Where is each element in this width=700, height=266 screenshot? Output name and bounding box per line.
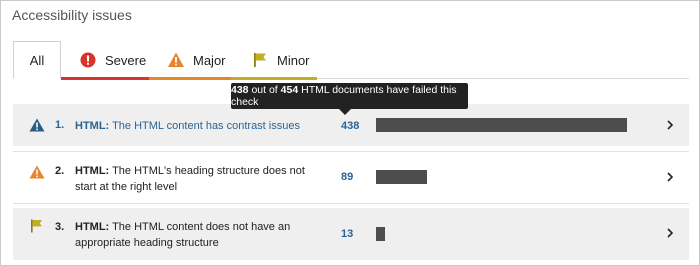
accessibility-issues-panel: Accessibility issues All Severe Major Mi…	[0, 0, 700, 266]
tab-minor-underline	[231, 77, 317, 80]
tooltip-text: 438 out of 454 HTML documents have faile…	[231, 84, 457, 108]
issue-row[interactable]: 1. HTML: The HTML content has contrast i…	[13, 104, 689, 146]
issue-bar[interactable]	[376, 118, 627, 132]
issue-category: HTML:	[75, 120, 110, 132]
warning-triangle-icon	[29, 118, 45, 132]
issue-index: 1.	[55, 119, 65, 131]
tooltip-arrow	[339, 109, 351, 115]
issue-text: The HTML's heading structure does not st…	[75, 165, 305, 193]
issue-index: 2.	[55, 165, 65, 177]
severity-tabs: All Severe Major Minor	[13, 41, 689, 80]
tab-severe-label: Severe	[105, 52, 147, 68]
tooltip-total-count: 454	[280, 84, 299, 96]
issue-description[interactable]: HTML: The HTML content has contrast issu…	[75, 118, 335, 134]
panel-title: Accessibility issues	[12, 7, 132, 23]
issue-row[interactable]: 2. HTML: The HTML's heading structure do…	[13, 151, 689, 204]
issue-bar[interactable]	[376, 227, 385, 241]
flag-icon	[29, 219, 45, 233]
tab-major-label: Major	[193, 52, 226, 68]
count-tooltip: 438 out of 454 HTML documents have faile…	[231, 83, 468, 115]
tab-minor[interactable]: Minor	[231, 41, 317, 80]
tab-minor-label: Minor	[277, 52, 310, 68]
warning-triangle-icon	[29, 165, 45, 179]
tooltip-failed-count: 438	[231, 84, 249, 96]
chevron-right-icon[interactable]	[665, 120, 675, 130]
issue-description[interactable]: HTML: The HTML's heading structure does …	[75, 163, 305, 195]
tab-all-label: All	[29, 52, 45, 68]
tab-severe[interactable]: Severe	[61, 41, 149, 80]
issue-text: The HTML content has contrast issues	[112, 120, 300, 132]
issue-index: 3.	[55, 221, 65, 233]
tab-all[interactable]: All	[13, 41, 61, 79]
tab-severe-underline	[61, 77, 149, 80]
error-circle-icon	[79, 51, 97, 69]
issue-count[interactable]: 89	[341, 171, 371, 183]
issue-count[interactable]: 438	[341, 120, 371, 132]
flag-icon	[251, 51, 269, 69]
warning-triangle-icon	[167, 51, 185, 69]
tab-major-underline	[149, 77, 231, 80]
issue-bar[interactable]	[376, 170, 427, 184]
issue-count[interactable]: 13	[341, 228, 371, 240]
issue-category: HTML:	[75, 165, 110, 177]
issue-row[interactable]: 3. HTML: The HTML content does not have …	[13, 208, 689, 260]
chevron-right-icon[interactable]	[665, 228, 675, 238]
issue-category: HTML:	[75, 221, 110, 233]
tab-major[interactable]: Major	[149, 41, 231, 80]
issue-description[interactable]: HTML: The HTML content does not have an …	[75, 219, 305, 251]
chevron-right-icon[interactable]	[665, 172, 675, 182]
